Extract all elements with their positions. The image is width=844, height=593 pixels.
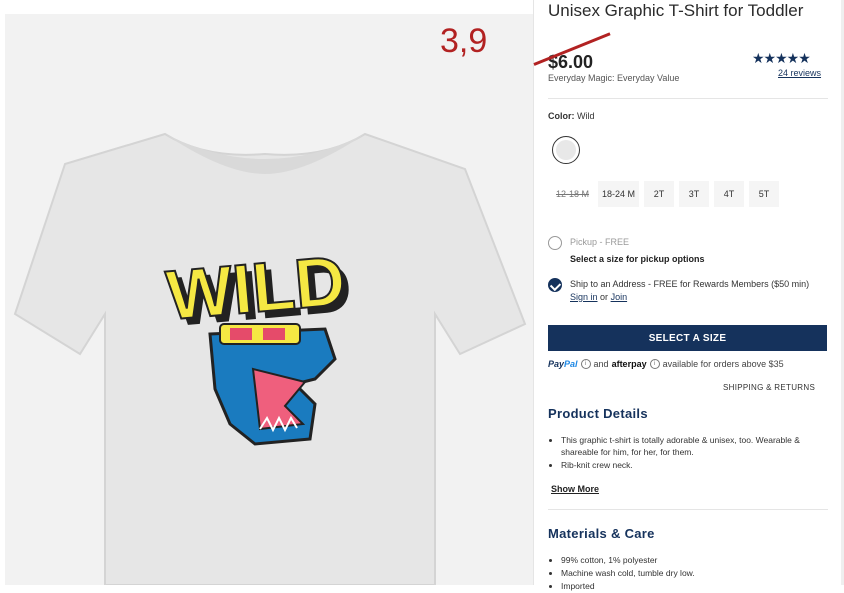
pickup-radio[interactable] (548, 236, 562, 250)
size-option-4t[interactable]: 4T (714, 181, 745, 207)
swatch-fill (556, 140, 576, 160)
size-option-5t[interactable]: 5T (749, 181, 780, 207)
and-text: and (593, 359, 609, 369)
size-option-2t[interactable]: 2T (644, 181, 675, 207)
list-item: 99% cotton, 1% polyester (561, 554, 826, 566)
select-size-button[interactable]: SELECT A SIZE (548, 325, 827, 351)
color-swatch-wild[interactable] (552, 136, 580, 164)
product-image-pane: WILD WILD 3,9 (0, 0, 533, 585)
join-link[interactable]: Join (611, 292, 628, 302)
ship-label-text: Ship to an Address - FREE for Rewards Me… (570, 279, 810, 289)
pane-divider (533, 0, 534, 585)
afterpay-logo: afterpay (611, 359, 647, 369)
size-option-12-18m[interactable]: 12-18 M (552, 181, 594, 207)
list-item: Rib-knit crew neck. (561, 459, 826, 471)
list-item: Machine wash cold, tumble dry low. (561, 567, 826, 579)
graphic-wild-text: WILD (163, 241, 348, 334)
product-photo[interactable]: WILD WILD (5, 14, 533, 585)
payment-options: PayPal i and afterpay i available for or… (548, 359, 833, 369)
product-details-heading: Product Details (548, 406, 648, 421)
sign-in-link[interactable]: Sign in (570, 292, 598, 302)
dino-lens-right (263, 328, 285, 340)
paypal-logo: PayPal (548, 359, 578, 369)
checkmark-icon (549, 279, 562, 292)
size-option-3t[interactable]: 3T (679, 181, 710, 207)
materials-list: 99% cotton, 1% polyester Machine wash co… (548, 554, 826, 593)
rating-stars-icon[interactable]: ★★★★★ (752, 50, 811, 67)
t-shirt-illustration: WILD WILD (13, 132, 527, 585)
value-tagline: Everyday Magic: Everyday Value (548, 73, 680, 83)
or-text: or (600, 292, 609, 302)
shipping-returns-link[interactable]: SHIPPING & RETURNS (723, 383, 815, 392)
ship-to-address-label: Ship to an Address - FREE for Rewards Me… (570, 278, 828, 304)
info-icon[interactable]: i (580, 359, 591, 369)
size-option-18-24m[interactable]: 18-24 M (598, 181, 640, 207)
pickup-note: Select a size for pickup options (570, 254, 705, 264)
list-item: This graphic t-shirt is totally adorable… (561, 434, 826, 458)
payment-availability: available for orders above $35 (662, 359, 784, 369)
product-info-pane: Unisex Graphic T-Shirt for Toddler $6.00… (533, 0, 833, 591)
size-selector: 12-18 M 18-24 M 2T 3T 4T 5T (552, 181, 780, 207)
pickup-label: Pickup - FREE (570, 237, 630, 247)
color-label-key: Color: (548, 111, 575, 121)
product-details-list: This graphic t-shirt is totally adorable… (548, 434, 826, 472)
materials-care-heading: Materials & Care (548, 526, 655, 541)
reviews-link[interactable]: 24 reviews (778, 68, 821, 78)
divider (548, 98, 828, 99)
show-more-link[interactable]: Show More (551, 484, 599, 494)
color-label: Color: Wild (548, 111, 595, 121)
color-label-value: Wild (577, 111, 595, 121)
annotation-label: 3,9 (440, 22, 488, 60)
list-item: Imported (561, 580, 826, 592)
info-icon[interactable]: i (649, 359, 660, 369)
dino-lens-left (230, 328, 252, 340)
divider (548, 509, 828, 510)
product-title: Unisex Graphic T-Shirt for Toddler (548, 1, 804, 20)
ship-radio[interactable] (548, 278, 562, 292)
